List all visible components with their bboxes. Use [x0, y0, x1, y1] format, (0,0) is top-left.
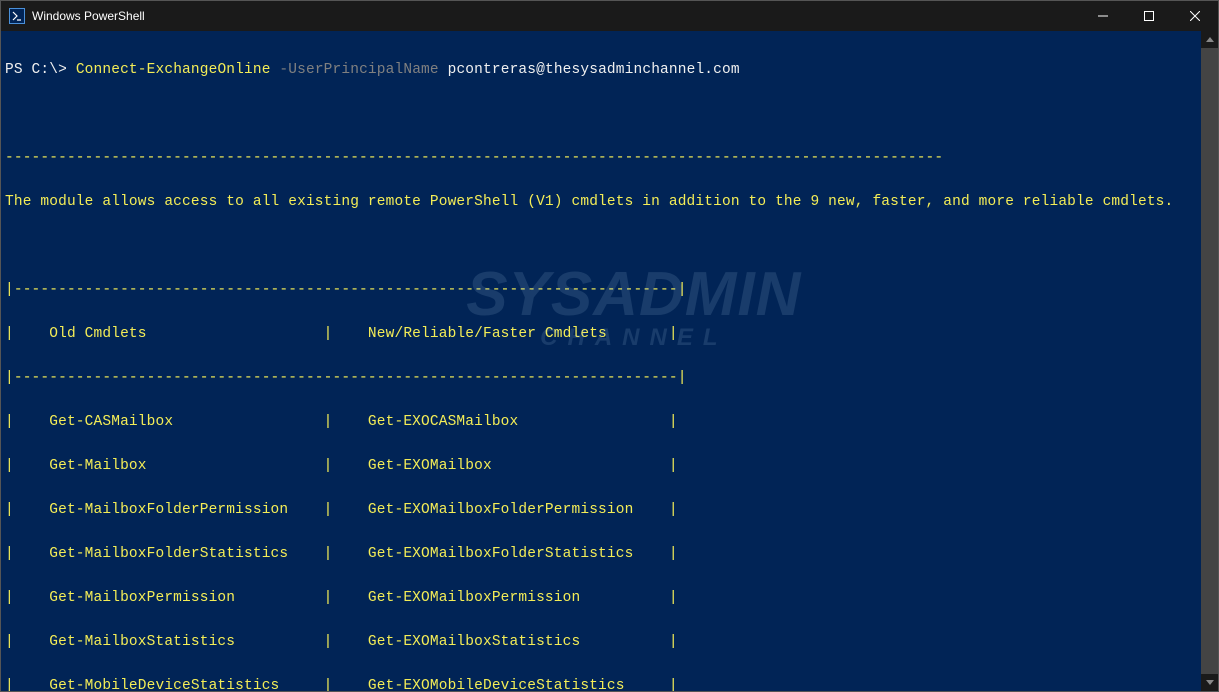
- table-row: | Get-MailboxFolderPermission | Get-EXOM…: [5, 499, 1197, 521]
- table-border: |---------------------------------------…: [5, 279, 1197, 301]
- command-name: Connect-ExchangeOnline: [76, 62, 271, 78]
- window-controls: [1080, 1, 1218, 31]
- table-row: | Get-MobileDeviceStatistics | Get-EXOMo…: [5, 675, 1197, 691]
- titlebar[interactable]: Windows PowerShell: [1, 1, 1218, 31]
- scroll-track[interactable]: [1201, 48, 1218, 674]
- scroll-thumb[interactable]: [1201, 48, 1218, 674]
- minimize-button[interactable]: [1080, 1, 1126, 31]
- terminal-body: PS C:\> Connect-ExchangeOnline -UserPrin…: [1, 31, 1218, 691]
- vertical-scrollbar[interactable]: [1201, 31, 1218, 691]
- window-title: Windows PowerShell: [32, 9, 1080, 23]
- terminal-output[interactable]: PS C:\> Connect-ExchangeOnline -UserPrin…: [1, 31, 1201, 691]
- close-button[interactable]: [1172, 1, 1218, 31]
- table-row: | Get-Mailbox | Get-EXOMailbox |: [5, 455, 1197, 477]
- output-intro: The module allows access to all existing…: [5, 191, 1197, 213]
- table-header: | Old Cmdlets | New/Reliable/Faster Cmdl…: [5, 323, 1197, 345]
- powershell-window: Windows PowerShell PS C:\> Connect-Excha…: [0, 0, 1219, 692]
- command-param: -UserPrincipalName: [279, 62, 438, 78]
- table-row: | Get-MailboxFolderStatistics | Get-EXOM…: [5, 543, 1197, 565]
- table-row: | Get-MailboxPermission | Get-EXOMailbox…: [5, 587, 1197, 609]
- scroll-up-arrow[interactable]: [1201, 31, 1218, 48]
- table-row: | Get-CASMailbox | Get-EXOCASMailbox |: [5, 411, 1197, 433]
- prompt: PS C:\>: [5, 62, 67, 78]
- powershell-icon: [9, 8, 25, 24]
- maximize-button[interactable]: [1126, 1, 1172, 31]
- command-arg: pcontreras@thesysadminchannel.com: [448, 62, 740, 78]
- table-row: | Get-MailboxStatistics | Get-EXOMailbox…: [5, 631, 1197, 653]
- scroll-down-arrow[interactable]: [1201, 674, 1218, 691]
- table-border: |---------------------------------------…: [5, 367, 1197, 389]
- output-divider-top: ----------------------------------------…: [5, 147, 1197, 169]
